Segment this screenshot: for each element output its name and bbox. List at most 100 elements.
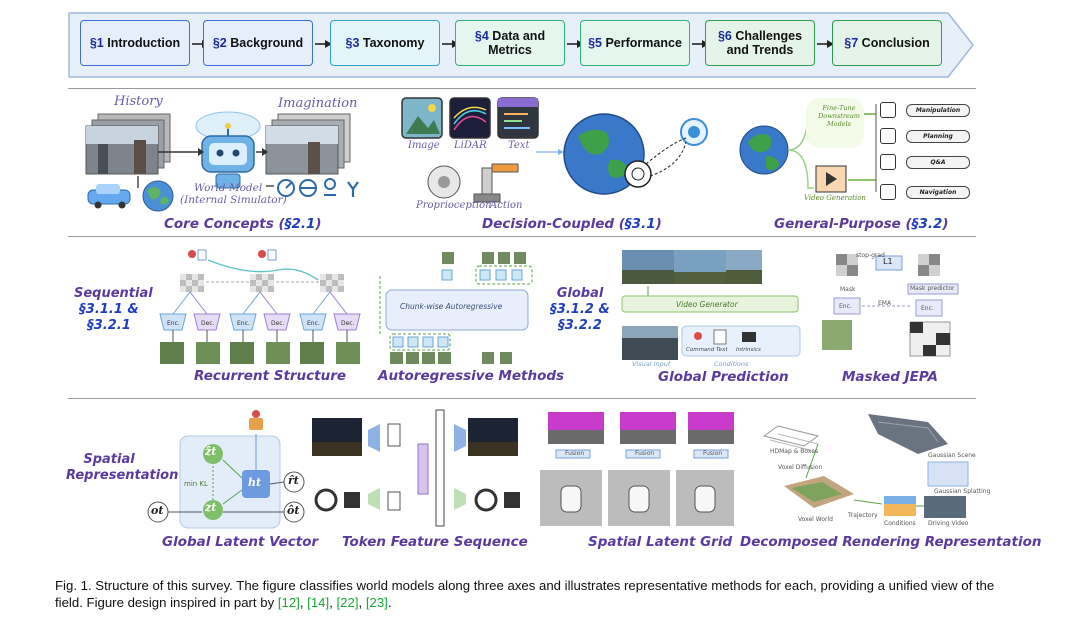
enc-right-label: Enc. xyxy=(921,305,934,312)
token-sequence-diagram xyxy=(312,409,520,527)
core-concepts-panel: History Imagination World Model (Interna… xyxy=(78,92,378,232)
input-frame xyxy=(300,342,324,364)
citation-link[interactable]: [23] xyxy=(366,595,388,610)
command-label: Command xyxy=(686,347,715,353)
section-step: §6 Challenges and Trends xyxy=(705,20,815,66)
o-symbol: ot xyxy=(151,504,164,517)
task-icon xyxy=(880,184,896,200)
figure-caption: Fig. 1. Structure of this survey. The fi… xyxy=(55,578,995,610)
hdmap-label: HDMap & Boxes xyxy=(770,448,819,455)
task-icon xyxy=(880,102,896,118)
divider-top xyxy=(68,88,976,89)
stop-grad-label: stop-grad xyxy=(856,252,885,259)
enc-label: Enc. xyxy=(167,320,180,327)
user-icon xyxy=(258,250,266,258)
global-axis-label: Global §3.1.2 & §3.2.2 xyxy=(550,286,610,333)
section-step-label: §4 Data and Metrics xyxy=(474,29,546,57)
task-icon xyxy=(880,128,896,144)
section-step-label: §7 Conclusion xyxy=(844,36,930,50)
token-sequence-caption: Token Feature Sequence xyxy=(342,534,528,550)
masked-jepa-caption: Masked JEPA xyxy=(842,369,938,385)
divider-middle xyxy=(68,236,976,237)
general-purpose-panel: Fine-Tune Downstream Models Video Genera… xyxy=(738,94,978,234)
dec-label: Dec. xyxy=(341,320,355,327)
h-symbol: ht xyxy=(248,476,262,489)
spatial-grid-diagram xyxy=(540,412,734,526)
gaussian-splatting-label: Gaussian Splatting xyxy=(934,488,991,495)
section-step: §1 Introduction xyxy=(80,20,190,66)
sequential-axis-label: Sequential §3.1.1 & §3.2.1 xyxy=(74,286,153,333)
global-latent-caption: Global Latent Vector xyxy=(162,534,319,550)
enc-label: Enc. xyxy=(237,320,250,327)
lidar-label: LiDAR xyxy=(454,140,487,151)
section-step-label: §1 Introduction xyxy=(89,36,181,50)
min-kl-label: min KL xyxy=(184,480,208,488)
core-concepts-illustration xyxy=(85,111,359,212)
section-step: §7 Conclusion xyxy=(832,20,942,66)
history-label: History xyxy=(114,94,163,109)
section-step: §2 Background xyxy=(203,20,313,66)
masked-jepa-panel: stop-grad L1 Mask Mask predictor Enc. En… xyxy=(812,246,976,388)
output-frame xyxy=(336,342,360,364)
z-symbol: zt xyxy=(205,501,217,514)
input-frame xyxy=(160,342,184,364)
section-step: §4 Data and Metrics xyxy=(455,20,565,66)
section-step: §5 Performance xyxy=(580,20,690,66)
driving-video-label: Driving Video xyxy=(928,520,969,527)
decision-coupled-illustration xyxy=(401,97,708,203)
fusion-label-2: Fusion xyxy=(635,450,655,457)
action-label: Action xyxy=(490,200,523,211)
task-pill: Q&A xyxy=(906,156,970,169)
global-prediction-panel: Video Generator Command Text Intrinsics … xyxy=(618,246,806,388)
core-concepts-caption: Core Concepts (§2.1) xyxy=(164,216,322,232)
decision-coupled-panel: Image LiDAR Text Proprioception Action D… xyxy=(398,94,728,234)
voxel-world-label: Voxel World xyxy=(798,516,833,523)
output-frame xyxy=(266,342,290,364)
fusion-label-1: Fusion xyxy=(565,450,585,457)
intrinsics-label: Intrinsics xyxy=(736,347,761,353)
trajectory-label: Trajectory xyxy=(848,512,878,519)
recurrent-structure-diagram: Enc. Dec. Enc. Dec. Enc. Dec. xyxy=(159,249,361,364)
task-icon xyxy=(880,154,896,170)
enc-left-label: Enc. xyxy=(839,303,852,310)
conditions-label-3: Conditions xyxy=(884,520,916,527)
recurrent-structure-caption: Recurrent Structure xyxy=(194,368,347,384)
video-generation-label: Video Generation xyxy=(804,194,866,202)
voxel-diffusion-label: Voxel Diffusion xyxy=(778,464,823,471)
citation-link[interactable]: [22] xyxy=(337,595,359,610)
ema-label: EMA xyxy=(878,300,892,307)
section-step-label: §6 Challenges and Trends xyxy=(717,29,803,57)
task-pill: Manipulation xyxy=(906,104,970,117)
spatial-axis-label: Spatial Representation xyxy=(66,452,179,483)
spatial-grid-caption: Spatial Latent Grid xyxy=(588,534,733,550)
autoregressive-panel: Chunk-wise Autoregressive Autoregressive… xyxy=(376,246,564,388)
spatial-grid-panel: Fusion Fusion Fusion Spatial Latent Grid xyxy=(534,404,738,554)
mask-predictor-label: Mask predictor xyxy=(910,285,955,292)
autoregressive-caption: Autoregressive Methods xyxy=(378,368,565,384)
chunk-autoregressive-label: Chunk-wise Autoregressive xyxy=(400,302,503,311)
output-frame xyxy=(196,342,220,364)
recurrent-structure-panel: Enc. Dec. Enc. Dec. Enc. Dec. Recurrent Struc… xyxy=(148,246,370,388)
general-purpose-caption: General-Purpose (§3.2) xyxy=(774,216,949,232)
gaussian-scene-label: Gaussian Scene xyxy=(928,452,976,459)
finetune-label: Fine-Tune Downstream Models xyxy=(818,104,860,128)
citation-link[interactable]: [14] xyxy=(307,595,329,610)
decomposed-rendering-panel: HDMap & Boxes Voxel Diffusion Voxel Worl… xyxy=(738,404,1041,554)
text-condition-label: Text xyxy=(716,347,728,353)
section-step-label: §2 Background xyxy=(212,36,304,50)
citation-link[interactable]: [12] xyxy=(278,595,300,610)
task-pill: Planning xyxy=(906,130,970,143)
video-generator-label: Video Generator xyxy=(676,300,738,309)
mask-label: Mask xyxy=(840,286,856,293)
task-pill: Navigation xyxy=(906,186,970,199)
decomposed-rendering-caption: Decomposed Rendering Representation xyxy=(740,534,1042,550)
document-icon xyxy=(267,249,277,261)
z-hat-symbol: ẑt xyxy=(205,445,217,458)
proprioception-label: Proprioception xyxy=(416,200,492,211)
task-list: Manipulation Planning Q&A Navigation xyxy=(880,98,976,200)
l1-label: L1 xyxy=(883,257,893,266)
fusion-label-3: Fusion xyxy=(703,450,723,457)
token-sequence-panel: Token Feature Sequence xyxy=(308,404,528,554)
visual-input-label: Visual Input xyxy=(632,360,671,368)
divider-bottom xyxy=(68,398,976,399)
